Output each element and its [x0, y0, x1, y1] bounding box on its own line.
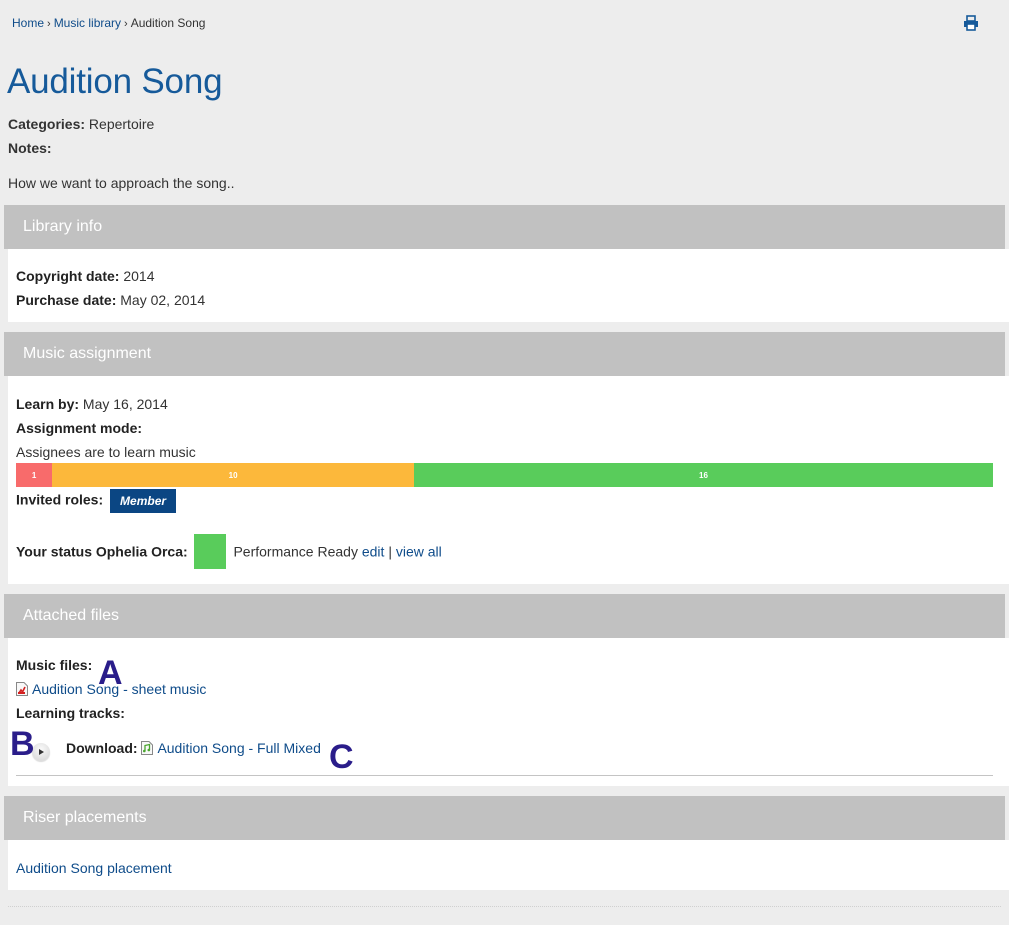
invited-roles-label: Invited roles: — [16, 491, 104, 508]
library-info-header: Library info — [4, 205, 1005, 249]
copyright-label: Copyright date: — [16, 268, 120, 284]
music-assignment-header: Music assignment — [4, 332, 1005, 376]
status-label: Your status Ophelia Orca: — [16, 543, 188, 560]
annotation-letter-b: B — [10, 725, 35, 763]
riser-placements-header: Riser placements — [4, 796, 1005, 840]
role-badge-member: Member — [110, 489, 177, 513]
copyright-date-field: Copyright date: 2014 — [16, 268, 155, 284]
categories-field: Categories: Repertoire — [8, 116, 154, 132]
breadcrumb-separator: › — [124, 18, 128, 30]
annotation-letter-a: A — [98, 654, 123, 692]
play-track-button[interactable] — [32, 743, 50, 761]
learning-tracks-label: Learning tracks: — [16, 705, 125, 721]
breadcrumb-separator: › — [47, 18, 51, 30]
download-label: Download: — [66, 740, 138, 756]
riser-placement-link[interactable]: Audition Song placement — [16, 860, 172, 876]
library-info-panel: Copyright date: 2014 Purchase date: May … — [8, 249, 1009, 322]
status-value: Performance Ready — [233, 543, 358, 560]
status-color-swatch — [193, 534, 226, 569]
attached-files-header: Attached files — [4, 594, 1005, 638]
music-files-label: Music files: — [16, 657, 93, 673]
purchase-value: May 02, 2014 — [120, 292, 206, 308]
divider — [16, 775, 993, 776]
audio-file-icon — [141, 741, 154, 755]
notes-text: How we want to approach the song.. — [8, 175, 235, 191]
pdf-file-icon — [16, 682, 28, 696]
riser-placement-item: Audition Song placement — [16, 860, 172, 876]
link-separator: | — [388, 543, 392, 560]
learn-by-label: Learn by: — [16, 396, 80, 412]
footer-divider — [8, 906, 1001, 907]
music-files-label-row: Music files: — [16, 657, 92, 673]
riser-placements-panel: Audition Song placement — [8, 840, 1009, 890]
learning-tracks-label-row: Learning tracks: — [16, 705, 125, 721]
breadcrumb-home[interactable]: Home — [12, 16, 44, 30]
view-all-link[interactable]: view all — [396, 544, 442, 560]
progress-segment: 10 — [52, 463, 415, 487]
notes-field: Notes: — [8, 140, 52, 156]
purchase-label: Purchase date: — [16, 292, 117, 308]
notes-label: Notes: — [8, 140, 52, 156]
learn-by-field: Learn by: May 16, 2014 — [16, 396, 168, 412]
edit-status-link[interactable]: edit — [362, 544, 385, 560]
invited-roles-field: Invited roles: Member — [16, 489, 177, 513]
page-title: Audition Song — [7, 62, 223, 101]
progress-segment: 16 — [414, 463, 993, 487]
learning-progress-bar: 1 10 16 — [16, 463, 993, 487]
assignment-mode-value: Assignees are to learn music — [16, 444, 196, 460]
print-icon[interactable] — [963, 15, 979, 31]
copyright-value: 2014 — [123, 268, 155, 284]
annotation-letter-c: C — [329, 738, 354, 776]
full-mixed-track-link[interactable]: Audition Song - Full Mixed — [157, 740, 320, 756]
attached-files-panel: Music files: Audition Song - sheet music… — [8, 638, 1009, 786]
your-status-field: Your status Ophelia Orca: Performance Re… — [16, 534, 442, 569]
breadcrumb-music-library[interactable]: Music library — [54, 16, 121, 30]
breadcrumb: Home › Music library › Audition Song — [12, 16, 205, 30]
track-download-row: Download: Audition Song - Full Mixed — [66, 740, 321, 756]
music-assignment-panel: Learn by: May 16, 2014 Assignment mode: … — [8, 376, 1009, 584]
purchase-date-field: Purchase date: May 02, 2014 — [16, 292, 205, 308]
assignment-mode-field: Assignment mode: — [16, 420, 142, 436]
assignment-mode-label: Assignment mode: — [16, 420, 143, 436]
categories-value: Repertoire — [88, 116, 155, 132]
learn-by-value: May 16, 2014 — [82, 396, 168, 412]
categories-label: Categories: — [8, 116, 86, 132]
breadcrumb-current: Audition Song — [130, 16, 206, 30]
progress-segment: 1 — [16, 463, 53, 487]
